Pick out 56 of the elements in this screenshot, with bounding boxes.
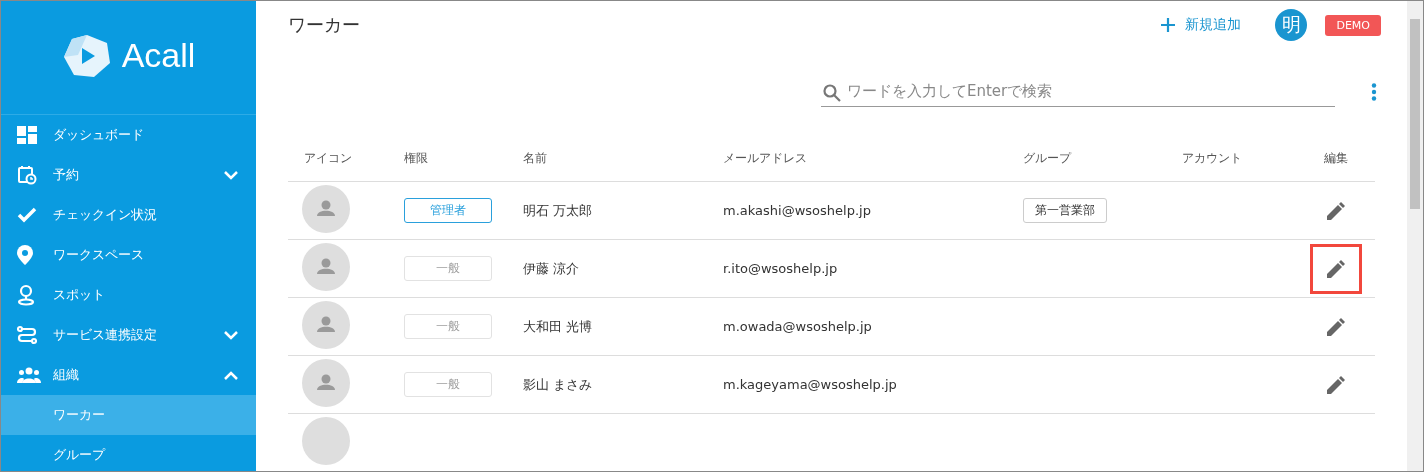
- add-new-button[interactable]: 新規追加: [1161, 16, 1242, 35]
- avatar-placeholder-icon: [302, 417, 350, 465]
- calendar-clock-icon: [17, 165, 37, 185]
- nav-item[interactable]: 予約: [1, 155, 256, 195]
- nav-subitem[interactable]: ワーカー: [1, 395, 256, 435]
- group-tag: 第一営業部: [1023, 198, 1107, 223]
- name-cell: 明石 万太郎: [523, 202, 593, 218]
- pencil-icon: [1327, 259, 1345, 278]
- dashboard-icon: [17, 126, 37, 144]
- avatar-placeholder-icon: [302, 359, 350, 407]
- checkmark-icon: [17, 207, 37, 223]
- email-cell: r.ito@wsoshelp.jp: [723, 261, 838, 276]
- column-header: アイコン: [303, 150, 353, 167]
- avatar-placeholder-icon: [302, 185, 350, 233]
- connection-icon: [17, 325, 37, 345]
- column-header: 名前: [523, 150, 548, 167]
- scrollbar[interactable]: [1407, 1, 1423, 471]
- logo-text: Acall: [121, 36, 196, 75]
- avatar-placeholder-icon: [302, 301, 350, 349]
- plus-icon: [1161, 18, 1176, 33]
- role-badge: 一般: [404, 314, 492, 339]
- column-header: グループ: [1022, 150, 1073, 167]
- page-title: ワーカー: [288, 13, 360, 38]
- column-header: 編集: [1323, 150, 1349, 167]
- nav-item[interactable]: 組織: [1, 355, 256, 395]
- name-cell: 伊藤 涼介: [523, 260, 580, 276]
- nav-subitem[interactable]: グループ: [1, 435, 256, 471]
- email-cell: m.akashi@wsoshelp.jp: [723, 203, 871, 218]
- email-cell: m.kageyama@wsoshelp.jp: [723, 377, 897, 392]
- nav-item[interactable]: サービス連携設定: [1, 315, 256, 355]
- name-cell: 影山 まさみ: [523, 376, 593, 392]
- nav-item[interactable]: ワークスペース: [1, 235, 256, 275]
- avatar-placeholder-icon: [302, 243, 350, 291]
- edit-button[interactable]: [1310, 243, 1362, 294]
- pencil-icon: [1327, 375, 1345, 394]
- people-icon: [17, 367, 41, 383]
- column-header: メールアドレス: [723, 150, 808, 167]
- column-header: 権限: [403, 150, 429, 167]
- pencil-icon: [1327, 317, 1345, 336]
- logo-icon: [61, 32, 112, 79]
- nav-item[interactable]: ダッシュボード: [1, 115, 256, 155]
- pencil-icon: [1327, 201, 1345, 220]
- role-badge: 一般: [404, 256, 492, 281]
- role-badge: 一般: [404, 372, 492, 397]
- role-badge: 管理者: [404, 198, 492, 223]
- demo-badge: DEMO: [1325, 14, 1381, 36]
- name-cell: 大和田 光博: [523, 318, 593, 334]
- more-options-icon[interactable]: [1371, 82, 1377, 101]
- user-avatar[interactable]: 明: [1275, 9, 1308, 42]
- nav-item[interactable]: スポット: [1, 275, 256, 315]
- column-header: アカウント: [1181, 150, 1243, 167]
- location-pin-icon: [17, 245, 33, 265]
- nav-item[interactable]: チェックイン状況: [1, 195, 256, 235]
- email-cell: m.owada@wsoshelp.jp: [723, 319, 872, 334]
- search-icon: [823, 84, 841, 103]
- spot-pin-icon: [17, 284, 35, 306]
